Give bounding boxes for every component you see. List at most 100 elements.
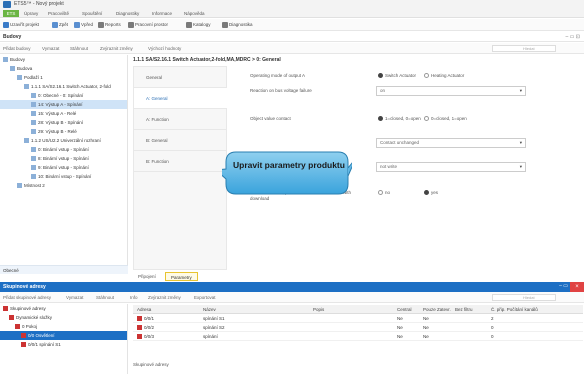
- column-header[interactable]: Popis: [313, 305, 324, 314]
- column-header[interactable]: Č. přip. Počítání kanálů: [491, 305, 538, 314]
- delete-button[interactable]: Vymazat: [42, 46, 59, 51]
- tree-node-icon: [31, 156, 36, 161]
- group-tree-node[interactable]: 0 Pokoj: [0, 322, 127, 331]
- tab-side-0[interactable]: General: [134, 67, 227, 88]
- menu-item-edit[interactable]: Úpravy: [24, 11, 38, 16]
- tree-node[interactable]: 1.1.2 US/U2.2 Univerzální rozhraní: [0, 136, 127, 145]
- param-dropdown[interactable]: Contact unchanged ▾: [376, 138, 526, 148]
- highlight-changes-button[interactable]: Zvýraznit změny: [100, 46, 133, 51]
- tab-parameters[interactable]: Parametry: [165, 272, 198, 281]
- tree-node-icon: [17, 183, 22, 188]
- tree-node[interactable]: Podlaží 1: [0, 73, 127, 82]
- radio-dot-icon: [378, 190, 383, 195]
- menu-item-commissioning[interactable]: Spouštění: [82, 11, 102, 16]
- add-buildings-button[interactable]: Přidat budovy: [3, 46, 31, 51]
- column-header[interactable]: Central: [397, 305, 412, 314]
- radio-label: 1=closed, 0=open: [385, 116, 421, 121]
- param-dropdown[interactable]: not write ▾: [376, 162, 526, 172]
- export-button[interactable]: Exportovat: [194, 295, 216, 300]
- tab-side-4[interactable]: B: Function: [134, 151, 227, 172]
- info-button[interactable]: Info: [130, 295, 138, 300]
- param-radio-option[interactable]: no: [378, 190, 390, 195]
- window-controls[interactable]: – ▭ ⊡: [566, 34, 580, 40]
- download-button[interactable]: Stáhnout: [70, 46, 88, 51]
- tree-node[interactable]: 28: Výstup B - Spínání: [0, 118, 127, 127]
- diagnostics-button[interactable]: Diagnostika: [222, 21, 253, 29]
- tree-node-icon: [31, 129, 36, 134]
- table-row[interactable]: 0/0/3 spínání Ne Ne 0: [133, 332, 583, 341]
- tree-node[interactable]: 14: Výstup A - Spínání: [0, 100, 127, 109]
- column-header[interactable]: Adresa: [137, 305, 151, 314]
- param-radio-option[interactable]: yes: [424, 190, 438, 195]
- tab-connections[interactable]: Připojení: [133, 272, 161, 281]
- tab-side-2[interactable]: A: Function: [134, 109, 227, 130]
- highlight-group-changes-button[interactable]: Zvýraznit změny: [148, 295, 181, 300]
- tree-node[interactable]: 0: Obecné - 0: Spínání: [0, 91, 127, 100]
- table-row[interactable]: 0/0/2 spínání S2 Ne Ne 0: [133, 323, 583, 332]
- param-radio-option[interactable]: Heating Actuator: [424, 73, 464, 78]
- download-group-button[interactable]: Stáhnout: [96, 295, 114, 300]
- radio-label: 0=closed, 1=open: [431, 116, 467, 121]
- catalogs-button[interactable]: Katalogy: [186, 21, 211, 29]
- menu-item-help[interactable]: Nápověda: [184, 11, 205, 16]
- group-tree-node[interactable]: 0/0 Osvětlení: [0, 331, 127, 340]
- table-cell-count: 0: [491, 334, 494, 339]
- ets-menu-button[interactable]: ETS: [3, 10, 19, 17]
- workspace-button[interactable]: Pracovní prostor: [128, 21, 168, 29]
- callout-text: Upravit parametry produktu: [233, 160, 345, 170]
- tree-node[interactable]: 9: Binární vstup - Spínání: [0, 163, 127, 172]
- tree-node[interactable]: Budova: [0, 64, 127, 73]
- delete-group-button[interactable]: Vymazat: [66, 295, 83, 300]
- tree-node[interactable]: 15: Výstup A - Relé: [0, 109, 127, 118]
- undo-button[interactable]: Zpět: [52, 21, 68, 29]
- param-radio-option[interactable]: 1=closed, 0=open: [378, 116, 421, 121]
- param-dropdown[interactable]: on ▾: [376, 86, 526, 96]
- tab-side-3[interactable]: B: General: [134, 130, 227, 151]
- column-header[interactable]: Název: [203, 305, 216, 314]
- param-radio-option[interactable]: Switch Actuator: [378, 73, 416, 78]
- table-cell: spínání: [203, 332, 218, 341]
- tab-side-1[interactable]: A: General: [134, 88, 227, 109]
- radio-dot-icon: [424, 190, 429, 195]
- tree-node-label: 1.1.1 SA/S2.16.1 Switch Actuator, 2-fold: [31, 84, 111, 89]
- menu-item-extras[interactable]: Informace: [152, 11, 172, 16]
- group-address-icon: [15, 324, 20, 329]
- cell-text: 0/0/1: [144, 316, 155, 321]
- cell-text: Ne: [423, 334, 429, 339]
- param-radio-option[interactable]: 0=closed, 1=open: [424, 116, 467, 121]
- tree-node[interactable]: 0: Binární vstup - Spínání: [0, 145, 127, 154]
- tree-node[interactable]: 8: Binární vstup - Spínání: [0, 154, 127, 163]
- group-tree-node[interactable]: Dynamické složky: [0, 313, 127, 322]
- group-search-input[interactable]: Hledat: [492, 294, 556, 301]
- tree-node-label: 1.1.2 US/U2.2 Univerzální rozhraní: [31, 138, 101, 143]
- close-icon[interactable]: ×: [570, 282, 584, 292]
- column-header[interactable]: Pouze Zatevr.: [423, 305, 451, 314]
- catalogs-icon: [186, 22, 192, 28]
- menu-item-workplace[interactable]: Pracoviště: [48, 11, 69, 16]
- tree-node[interactable]: Budovy: [0, 55, 127, 64]
- table-cell: 0/0/2: [137, 323, 154, 332]
- tree-node[interactable]: Místnost 2: [0, 181, 127, 190]
- reports-button[interactable]: Reports: [98, 21, 121, 29]
- close-project-button[interactable]: Uzavřít projekt: [3, 21, 39, 29]
- group-addresses-panel-title[interactable]: Skupinové adresy: [3, 284, 46, 290]
- default-values-button[interactable]: Výchozí hodnoty: [148, 46, 181, 51]
- column-header[interactable]: Bez filtru: [455, 305, 473, 314]
- group-tree-node[interactable]: Skupinové adresy: [0, 304, 127, 313]
- tree-node[interactable]: 29: Výstup B - Relé: [0, 127, 127, 136]
- buildings-panel-title[interactable]: Budovy: [3, 34, 21, 40]
- add-group-addresses-button[interactable]: Přidat skupinové adresy: [3, 295, 51, 300]
- tree-node[interactable]: 1.1.1 SA/S2.16.1 Switch Actuator, 2-fold: [0, 82, 127, 91]
- group-tree-node[interactable]: 0/0/1 spínání S1: [0, 340, 127, 349]
- table-row[interactable]: 0/0/1 spínání S1 Ne Ne 2: [133, 314, 583, 323]
- tree-footer-tab[interactable]: Obecné: [0, 265, 128, 274]
- table-cell: spínání S1: [203, 314, 225, 323]
- buildings-search-input[interactable]: Hledat: [492, 45, 556, 52]
- panel-window-controls[interactable]: – ▭: [559, 283, 568, 289]
- tree-node-label: Místnost 2: [24, 183, 45, 188]
- tree-node-label: Podlaží 1: [24, 75, 43, 80]
- redo-button[interactable]: Vpřed: [74, 21, 93, 29]
- group-tree-label: Dynamické složky: [16, 315, 53, 320]
- tree-node[interactable]: 10: Binární vstup - Spínání: [0, 172, 127, 181]
- menu-item-diagnostics[interactable]: Diagnostiky: [116, 11, 139, 16]
